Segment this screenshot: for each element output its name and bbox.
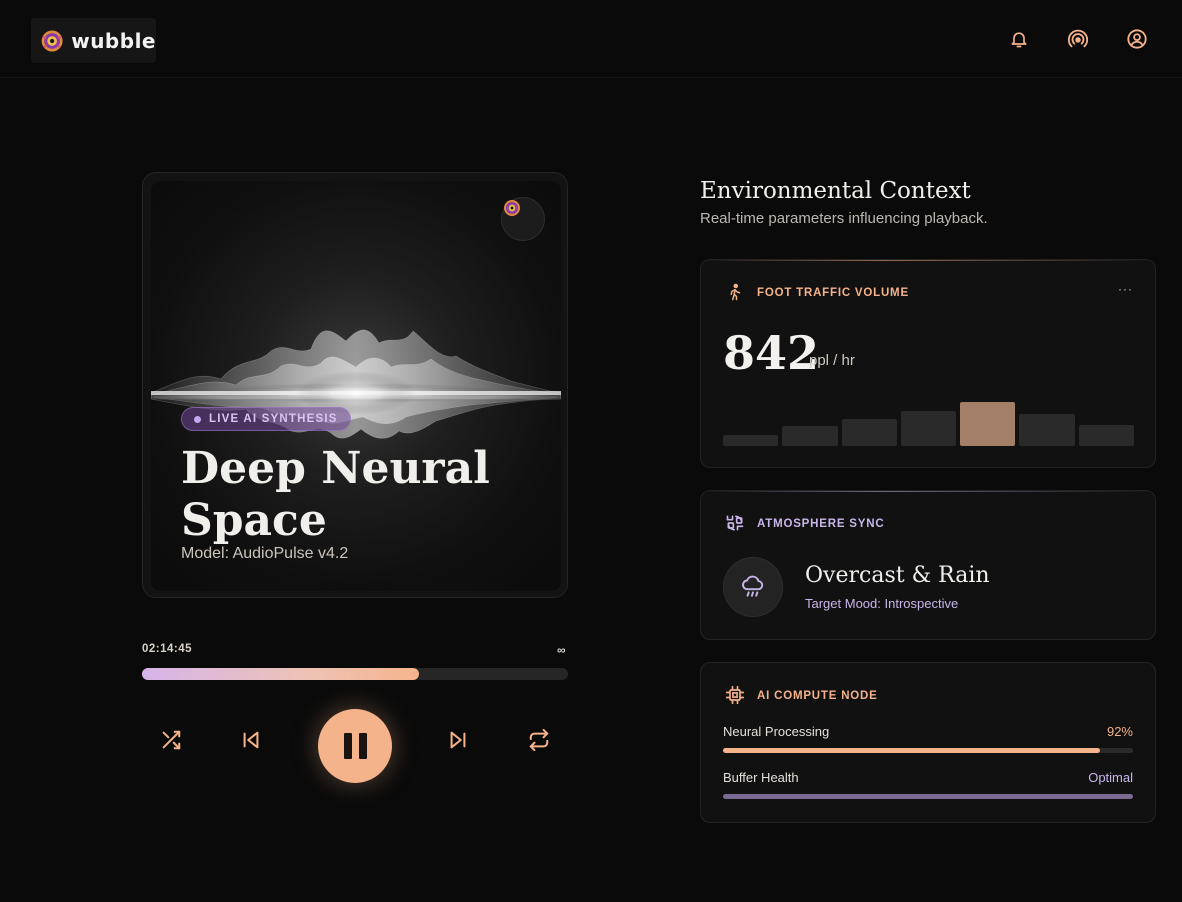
compute-node-card: AI COMPUTE NODE Neural Processing 92% Bu…	[700, 662, 1156, 823]
neural-processing-label: Neural Processing	[723, 724, 830, 739]
target-mood: Target Mood: Introspective	[805, 596, 959, 611]
next-button[interactable]	[445, 727, 471, 753]
broadcast-icon	[1067, 29, 1089, 48]
pause-icon	[358, 733, 367, 759]
traffic-bar	[960, 402, 1016, 446]
foot-traffic-unit: ppl / hr	[809, 352, 855, 369]
more-options-button[interactable]: ···	[1118, 282, 1133, 296]
buffer-health-bar	[723, 794, 1133, 799]
neural-processing-fill	[723, 748, 1101, 753]
live-dot-icon	[194, 415, 201, 423]
wubble-logo-icon	[41, 30, 63, 51]
shuffle-button[interactable]	[158, 727, 184, 753]
live-status-badge: LIVE AI SYNTHESIS	[181, 407, 351, 431]
buffer-health-fill	[723, 794, 1133, 799]
buffer-health-value: Optimal	[1088, 770, 1133, 785]
pause-button[interactable]	[318, 709, 392, 783]
traffic-bar	[1019, 413, 1075, 446]
notifications-button[interactable]	[1007, 27, 1031, 51]
bell-icon	[1011, 32, 1027, 48]
neural-processing-value: 92%	[1106, 724, 1133, 739]
traffic-bar	[723, 434, 779, 446]
artist-badge	[501, 197, 545, 241]
traffic-bar-chart	[723, 390, 1134, 446]
buffer-health-label: Buffer Health	[723, 770, 799, 785]
skip-back-icon	[243, 731, 259, 749]
foot-traffic-label: FOOT TRAFFIC VOLUME	[757, 287, 909, 299]
repeat-icon	[529, 729, 549, 751]
current-time: 02:14:45	[142, 643, 193, 655]
traffic-bar	[782, 425, 838, 446]
track-model: Model: AudioPulse v4.2	[181, 545, 349, 562]
foot-traffic-card: FOOT TRAFFIC VOLUME ··· 842 ppl / hr	[700, 259, 1156, 468]
traffic-bar	[1078, 424, 1134, 446]
brand-name: wubble	[71, 28, 156, 53]
walking-person-icon	[725, 282, 745, 302]
environment-title: Environmental Context	[700, 178, 971, 204]
pause-icon	[343, 733, 352, 759]
wubble-logo-icon	[504, 200, 520, 216]
broadcast-button[interactable]	[1066, 27, 1090, 51]
card-top-glow	[701, 260, 1155, 261]
shuffle-icon	[162, 730, 181, 750]
album-art: LIVE AI SYNTHESIS Deep Neural Space Mode…	[151, 181, 561, 591]
chip-icon	[725, 685, 745, 705]
card-top-glow	[701, 491, 1155, 492]
progress-bar[interactable]	[142, 668, 568, 680]
weather-indicator	[723, 557, 783, 617]
account-icon	[1127, 29, 1147, 49]
live-badge-label: LIVE AI SYNTHESIS	[209, 413, 338, 425]
traffic-bar	[900, 411, 957, 446]
weather-condition: Overcast & Rain	[805, 563, 990, 588]
end-time: ∞	[557, 643, 566, 657]
atmosphere-card: ATMOSPHERE SYNC Overcast & Rain Target M…	[700, 490, 1156, 640]
top-bar: wubble	[0, 0, 1182, 78]
environment-subtitle: Real-time parameters influencing playbac…	[700, 210, 988, 227]
sync-icon	[725, 513, 745, 533]
neural-processing-bar	[723, 748, 1133, 753]
compute-label: AI COMPUTE NODE	[757, 690, 878, 702]
track-title: Deep Neural Space	[181, 443, 490, 546]
brand-logo[interactable]: wubble	[31, 18, 156, 63]
repeat-button[interactable]	[526, 727, 552, 753]
account-button[interactable]	[1125, 27, 1149, 51]
foot-traffic-value: 842	[723, 326, 820, 380]
rain-cloud-icon	[742, 575, 764, 597]
atmosphere-label: ATMOSPHERE SYNC	[757, 518, 885, 530]
previous-button[interactable]	[238, 727, 264, 753]
progress-fill	[142, 668, 419, 680]
now-playing-card: LIVE AI SYNTHESIS Deep Neural Space Mode…	[142, 172, 568, 598]
skip-forward-icon	[450, 731, 466, 749]
traffic-bar	[841, 419, 897, 446]
